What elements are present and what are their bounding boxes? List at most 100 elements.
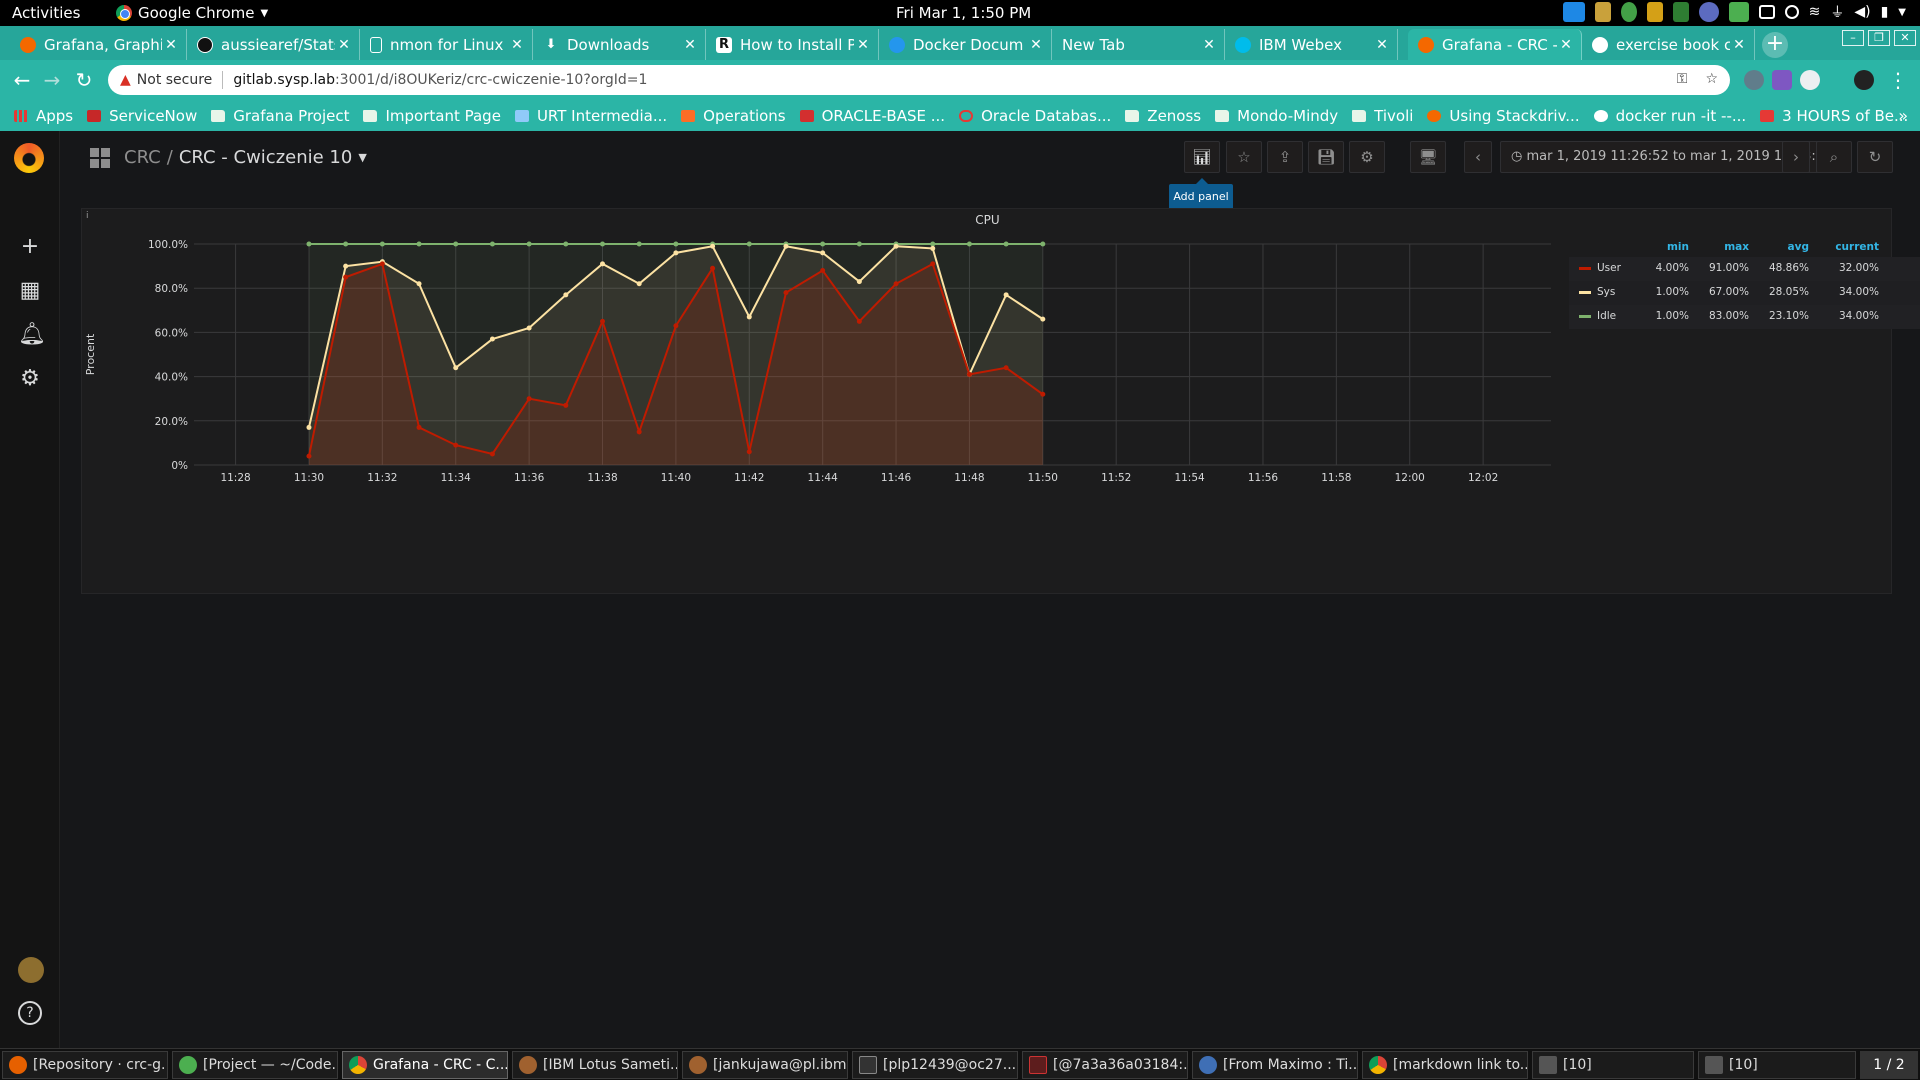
browser-tab[interactable]: aussiearef/StatsD ✕ [187, 29, 360, 60]
help-icon[interactable]: ? [18, 1001, 42, 1025]
legend-row-idle[interactable]: Idle 1.00% 83.00% 23.10% 34.00% [1569, 305, 1920, 329]
globe-icon[interactable] [1698, 2, 1719, 22]
check-icon[interactable] [1728, 2, 1749, 22]
bookmark-apps[interactable]: Apps [14, 107, 73, 125]
taskbar-item[interactable]: [Project — ~/Code... [172, 1051, 338, 1079]
mail-icon[interactable] [1562, 2, 1585, 22]
minimize-button[interactable]: – [1842, 30, 1864, 46]
star-icon[interactable]: ☆ [1705, 71, 1718, 87]
workspace-pager[interactable]: 1 / 2 [1860, 1051, 1918, 1079]
grafana-logo-icon[interactable] [14, 143, 44, 173]
bookmark-youtube[interactable]: 3 HOURS of Be... [1760, 107, 1908, 125]
taskbar-item[interactable]: [jankujawa@pl.ibm... [682, 1051, 848, 1079]
bookmark-tivoli[interactable]: Tivoli [1352, 107, 1413, 125]
bookmark-zenoss[interactable]: Zenoss [1125, 107, 1201, 125]
plus-icon[interactable]: + [18, 235, 42, 259]
taskbar-item[interactable]: [10] [1532, 1051, 1694, 1079]
breadcrumb[interactable]: CRC / CRC - Cwiczenie 10 ▼ [90, 147, 367, 168]
volume-icon[interactable]: ◀) [1854, 4, 1870, 20]
avatar[interactable] [1854, 70, 1874, 90]
bookmark-mondo-mindy[interactable]: Mondo-Mindy [1215, 107, 1338, 125]
browser-tab[interactable]: nmon for Linux | ✕ [360, 29, 533, 60]
wifi-icon[interactable]: ≋ [1809, 4, 1821, 20]
extension-icon[interactable] [1772, 70, 1792, 90]
sync-icon[interactable] [1620, 2, 1637, 22]
save-button[interactable]: 💾︎ [1308, 141, 1344, 173]
close-icon[interactable]: ✕ [162, 37, 180, 53]
browser-tab[interactable]: Grafana, Graphite ✕ [10, 29, 187, 60]
browser-tab[interactable]: IBM Webex ✕ [1225, 29, 1398, 60]
series-swatch[interactable] [1579, 315, 1591, 318]
dashboard-title[interactable]: CRC - Cwiczenie 10 [179, 147, 353, 168]
taskbar-item[interactable]: [@7a3a36a03184:... [1022, 1051, 1188, 1079]
close-icon[interactable]: ✕ [1027, 37, 1045, 53]
menu-icon[interactable]: ⋮ [1886, 68, 1910, 92]
browser-tab[interactable]: exercise book cr ✕ [1582, 29, 1755, 60]
browser-tab[interactable]: New Tab ✕ [1052, 29, 1225, 60]
folder-name[interactable]: CRC [124, 147, 161, 168]
close-icon[interactable]: ✕ [1730, 37, 1748, 53]
bookmark-grafana-project[interactable]: Grafana Project [211, 107, 349, 125]
series-name[interactable]: User [1597, 262, 1621, 274]
chart-icon[interactable] [1672, 2, 1689, 22]
app-menu[interactable]: Google Chrome ▼ [116, 4, 268, 22]
battery-icon[interactable]: ▮ [1881, 4, 1889, 20]
close-window-button[interactable]: ✕ [1894, 30, 1916, 46]
more-bookmarks-icon[interactable]: » [1898, 106, 1908, 125]
bookmark-servicenow[interactable]: ServiceNow [87, 107, 197, 125]
gear-icon[interactable]: ⚙ [18, 367, 42, 391]
time-forward-button[interactable]: › [1782, 141, 1810, 173]
shield-icon[interactable] [1594, 2, 1611, 22]
note-icon[interactable] [1646, 2, 1663, 22]
close-icon[interactable]: ✕ [508, 37, 526, 53]
address-bar[interactable]: ▲ Not secure gitlab.sysp.lab :3001/d/i8O… [108, 65, 1730, 95]
time-back-button[interactable]: ‹ [1464, 141, 1492, 173]
close-icon[interactable]: ✕ [335, 37, 353, 53]
legend-header-current[interactable]: current [1809, 241, 1879, 253]
taskbar-item[interactable]: [Repository · crc-g... [2, 1051, 168, 1079]
network-icon[interactable]: ⏚ [1830, 2, 1844, 22]
tv-mode-button[interactable]: 🖥︎ [1410, 141, 1446, 173]
activities-button[interactable]: Activities [12, 4, 80, 22]
taskbar-item[interactable]: [IBM Lotus Sameti... [512, 1051, 678, 1079]
bookmark-urt[interactable]: URT Intermedia... [514, 107, 667, 125]
back-button[interactable]: ← [10, 68, 34, 92]
bookmark-oracle-base[interactable]: ORACLE-BASE ... [799, 107, 945, 125]
new-tab-button[interactable]: + [1762, 32, 1788, 58]
browser-tab[interactable]: ⬇ Downloads ✕ [533, 29, 706, 60]
bookmark-important-page[interactable]: Important Page [363, 107, 501, 125]
legend-header-min[interactable]: min [1629, 241, 1689, 253]
add-panel-button[interactable]: 📊︎ [1184, 141, 1220, 173]
legend-header-avg[interactable]: avg [1749, 241, 1809, 253]
browser-tab-active[interactable]: Grafana - CRC - C ✕ [1408, 29, 1582, 60]
taskbar-item-active[interactable]: Grafana - CRC - C... [342, 1051, 508, 1079]
cpu-chart[interactable]: 0% 20.0% 40.0% 60.0% 80.0% 100.0% 11:28 11:30 11… [82, 209, 1562, 595]
key-icon[interactable]: ⚿ [1677, 71, 1688, 87]
refresh-button[interactable]: ↻ [1857, 141, 1893, 173]
security-label[interactable]: Not secure [137, 72, 213, 88]
extension-icon[interactable] [1800, 70, 1820, 90]
restore-button[interactable]: ❐ [1868, 30, 1890, 46]
browser-tab[interactable]: R How to Install Py ✕ [706, 29, 879, 60]
taskbar-item[interactable]: [10] [1698, 1051, 1856, 1079]
bookmark-oracle-database[interactable]: Oracle Databas... [959, 107, 1111, 125]
series-name[interactable]: Idle [1597, 310, 1616, 322]
series-swatch[interactable] [1579, 291, 1591, 294]
close-icon[interactable]: ✕ [1200, 37, 1218, 53]
legend-row-sys[interactable]: Sys 1.00% 67.00% 28.05% 34.00% [1569, 281, 1920, 305]
forward-button[interactable]: → [40, 68, 64, 92]
cpu-graph-panel[interactable]: i CPU 0% 20.0% 40.0% 60.0% 80.0% 100.0% 11:28 1… [81, 208, 1920, 595]
bell-icon[interactable]: 🔔︎ [18, 323, 46, 347]
settings-button[interactable]: ⚙ [1349, 141, 1385, 173]
chevron-down-icon[interactable]: ▼ [1898, 7, 1906, 18]
star-dashboard-button[interactable]: ☆ [1226, 141, 1262, 173]
reload-button[interactable]: ↻ [72, 68, 96, 92]
bookmark-stackdriver[interactable]: Using Stackdriv... [1427, 107, 1580, 125]
close-icon[interactable]: ✕ [681, 37, 699, 53]
taskbar-item[interactable]: [markdown link to... [1362, 1051, 1528, 1079]
legend-row-user[interactable]: User 4.00% 91.00% 48.86% 32.00% [1569, 257, 1920, 281]
legend-header-max[interactable]: max [1689, 241, 1749, 253]
screen-icon[interactable] [1758, 5, 1775, 19]
close-icon[interactable]: ✕ [1557, 37, 1575, 53]
bookmark-operations[interactable]: Operations [681, 107, 786, 125]
